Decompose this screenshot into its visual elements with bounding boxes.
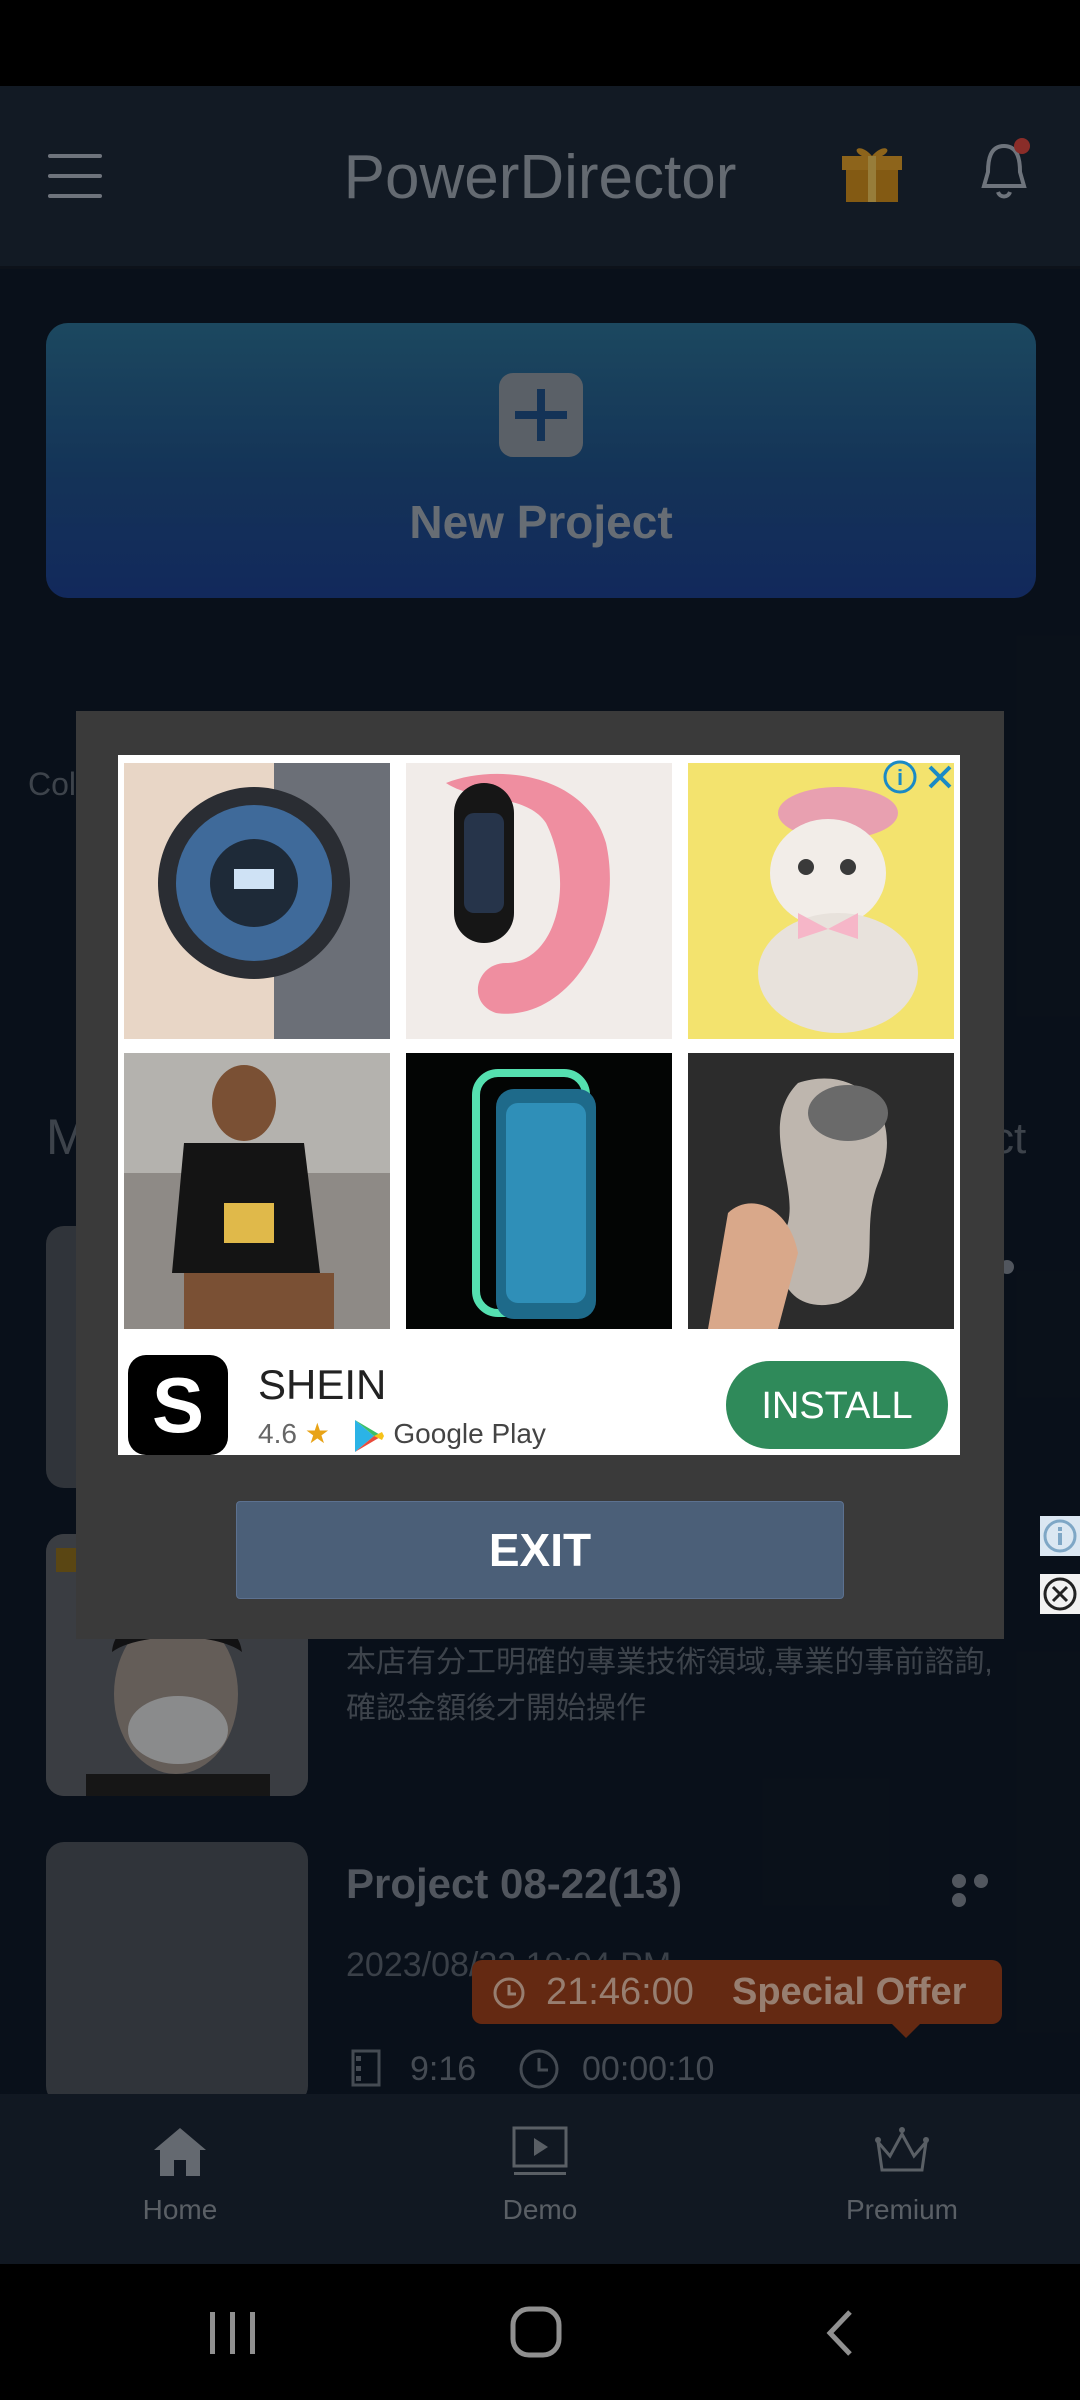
ad-tile-smartwatch[interactable] xyxy=(124,763,390,1039)
phone-case-image xyxy=(406,1053,672,1329)
exit-button[interactable]: EXIT xyxy=(236,1501,844,1599)
ad-app-row: S SHEIN 4.6 ★ Google Play INSTALL xyxy=(118,1341,960,1455)
google-play-icon xyxy=(354,1419,384,1452)
ad-rating: 4.6 xyxy=(258,1418,297,1449)
shein-logo[interactable]: S xyxy=(128,1355,228,1455)
ad-tile-silicone-insert[interactable] xyxy=(688,1053,954,1329)
ad-dialog: i S SHEIN 4.6 ★ Google Play INSTALL EXIT xyxy=(76,711,1004,1639)
ad-info-icon[interactable]: i xyxy=(882,759,918,795)
ad-tile-jersey[interactable] xyxy=(124,1053,390,1329)
silicone-insert-image xyxy=(688,1053,954,1329)
ad-creative[interactable]: i S SHEIN 4.6 ★ Google Play INSTALL xyxy=(118,755,960,1455)
ad-tile-fitness-band[interactable] xyxy=(406,763,672,1039)
side-ad-close-icon[interactable] xyxy=(1040,1574,1080,1614)
ad-info-symbol: i xyxy=(897,765,903,790)
ad-close-icon[interactable] xyxy=(924,761,956,793)
fitness-band-image xyxy=(406,763,672,1039)
jersey-model-image xyxy=(124,1053,390,1329)
ad-store: Google Play xyxy=(393,1418,546,1449)
ad-tile-cat[interactable] xyxy=(688,763,954,1039)
side-ad-info-icon[interactable] xyxy=(1040,1516,1080,1556)
smartwatch-image xyxy=(124,763,390,1039)
cat-image xyxy=(688,763,954,1039)
ad-app-name[interactable]: SHEIN xyxy=(258,1361,386,1409)
ad-tile-phone-case[interactable] xyxy=(406,1053,672,1329)
star-icon: ★ xyxy=(304,1418,330,1449)
install-button[interactable]: INSTALL xyxy=(726,1361,948,1449)
ad-rating-row: 4.6 ★ Google Play xyxy=(258,1417,546,1454)
